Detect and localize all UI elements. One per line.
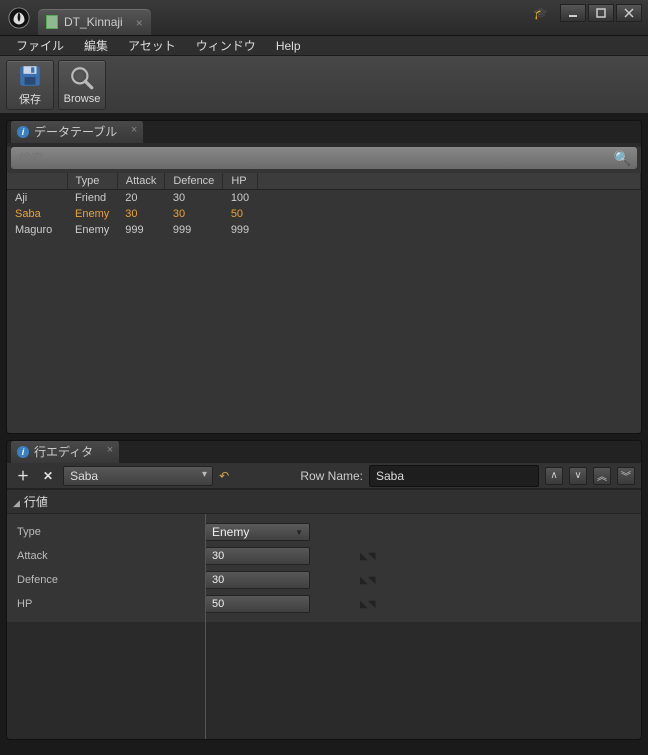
roweditor-panel-title: 行エディタ bbox=[34, 443, 93, 460]
roweditor-panel-tab[interactable]: i 行エディタ × bbox=[11, 440, 119, 463]
prop-defence-label: Defence bbox=[17, 574, 197, 586]
rowname-label: Row Name: bbox=[300, 469, 363, 483]
table-row[interactable]: SabaEnemy303050 bbox=[7, 206, 641, 222]
menu-edit[interactable]: 編集 bbox=[74, 35, 118, 56]
save-button[interactable]: 保存 bbox=[6, 60, 54, 110]
datatable-panel-tab[interactable]: i データテーブル × bbox=[11, 120, 143, 143]
maximize-button[interactable] bbox=[588, 4, 614, 22]
row-select-dropdown[interactable]: Saba bbox=[63, 466, 213, 486]
rowname-input[interactable] bbox=[369, 465, 539, 487]
prop-hp-label: HP bbox=[17, 598, 197, 610]
col-type[interactable]: Type bbox=[67, 173, 117, 190]
prop-hp-input[interactable]: ◣◥ bbox=[205, 595, 310, 613]
datatable-doc-icon bbox=[46, 15, 58, 29]
table-header-row: Type Attack Defence HP bbox=[7, 173, 641, 190]
info-icon: i bbox=[17, 446, 29, 458]
data-table: Type Attack Defence HP AjiFriend2030100S… bbox=[7, 173, 641, 238]
roweditor-toolbar: ＋ ✕ Saba ↶ Row Name: ∧ ∨ ︽ ︾ bbox=[7, 463, 641, 489]
titlebar: DT_Kinnaji × 🎓 bbox=[0, 0, 648, 36]
property-grid: Type Enemy Attack ◣◥ Defence ◣◥ HP ◣◥ bbox=[7, 514, 641, 622]
prop-defence-input[interactable]: ◣◥ bbox=[205, 571, 310, 589]
spin-handle-icon[interactable]: ◣◥ bbox=[360, 551, 374, 562]
document-tab-title: DT_Kinnaji bbox=[64, 15, 123, 29]
next-row-button[interactable]: ∨ bbox=[569, 467, 587, 485]
roweditor-panel: i 行エディタ × ＋ ✕ Saba ↶ Row Name: ∧ ∨ ︽ ︾ 行… bbox=[6, 440, 642, 740]
prop-type-select[interactable]: Enemy bbox=[205, 523, 310, 541]
menu-help[interactable]: Help bbox=[266, 37, 311, 55]
collapse-all-button[interactable]: ︽ bbox=[593, 467, 611, 485]
datatable-panel: i データテーブル × 🔍 Type Attack Defence HP Aji… bbox=[6, 120, 642, 434]
col-attack[interactable]: Attack bbox=[117, 173, 165, 190]
column-divider[interactable] bbox=[205, 514, 206, 740]
toolbar: 保存 Browse bbox=[0, 56, 648, 114]
col-name[interactable] bbox=[7, 173, 67, 190]
delete-row-button[interactable]: ✕ bbox=[39, 467, 57, 485]
prop-attack-label: Attack bbox=[17, 550, 197, 562]
info-icon: i bbox=[17, 126, 29, 138]
datatable-scroll[interactable]: Type Attack Defence HP AjiFriend2030100S… bbox=[7, 173, 641, 433]
search-input[interactable] bbox=[17, 151, 614, 165]
unreal-logo-icon bbox=[8, 7, 30, 29]
menu-window[interactable]: ウィンドウ bbox=[186, 35, 266, 56]
section-header[interactable]: 行値 bbox=[7, 489, 641, 514]
datatable-panel-title: データテーブル bbox=[34, 123, 117, 140]
spin-handle-icon[interactable]: ◣◥ bbox=[360, 575, 374, 586]
table-row[interactable]: AjiFriend2030100 bbox=[7, 190, 641, 207]
col-hp[interactable]: HP bbox=[223, 173, 257, 190]
prop-type-label: Type bbox=[17, 526, 197, 538]
menu-file[interactable]: ファイル bbox=[6, 35, 74, 56]
search-icon: 🔍 bbox=[614, 150, 631, 167]
expand-all-button[interactable]: ︾ bbox=[617, 467, 635, 485]
browse-icon bbox=[69, 65, 95, 91]
browse-label: Browse bbox=[64, 93, 101, 105]
close-icon[interactable]: × bbox=[136, 16, 143, 30]
close-icon[interactable]: × bbox=[107, 444, 113, 456]
document-tab[interactable]: DT_Kinnaji × bbox=[38, 9, 151, 35]
col-defence[interactable]: Defence bbox=[165, 173, 223, 190]
menu-asset[interactable]: アセット bbox=[118, 35, 186, 56]
minimize-button[interactable] bbox=[560, 4, 586, 22]
tutorial-icon[interactable]: 🎓 bbox=[533, 6, 548, 20]
table-row[interactable]: MaguroEnemy999999999 bbox=[7, 222, 641, 238]
search-field[interactable]: 🔍 bbox=[11, 147, 637, 169]
save-icon bbox=[17, 63, 43, 89]
close-icon[interactable]: × bbox=[131, 124, 137, 136]
reset-icon[interactable]: ↶ bbox=[219, 469, 229, 483]
browse-button[interactable]: Browse bbox=[58, 60, 106, 110]
save-label: 保存 bbox=[19, 91, 41, 107]
add-row-button[interactable]: ＋ bbox=[13, 465, 33, 486]
menu-bar: ファイル 編集 アセット ウィンドウ Help bbox=[0, 36, 648, 56]
close-window-button[interactable] bbox=[616, 4, 642, 22]
spin-handle-icon[interactable]: ◣◥ bbox=[360, 599, 374, 610]
prev-row-button[interactable]: ∧ bbox=[545, 467, 563, 485]
prop-attack-input[interactable]: ◣◥ bbox=[205, 547, 310, 565]
